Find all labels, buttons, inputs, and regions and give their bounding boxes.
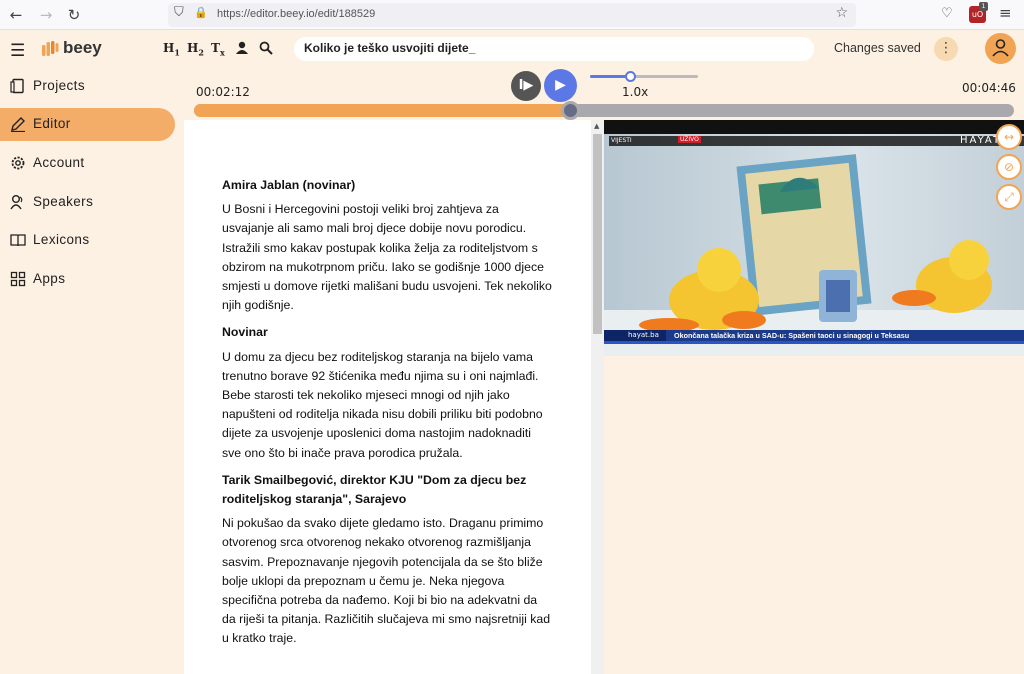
paragraph-text[interactable]: U domu za djecu bez roditeljskog staranj… bbox=[222, 348, 552, 463]
browser-toolbar: ← → ↻ ⛉ 🔒 https://editor.beey.io/edit/18… bbox=[0, 0, 1024, 30]
save-status: Changes saved bbox=[834, 41, 921, 55]
play-button[interactable]: ▶ bbox=[544, 69, 577, 102]
search-icon[interactable] bbox=[259, 41, 273, 55]
document-title-text[interactable]: Koliko je teško usvojiti dijete_ bbox=[304, 41, 475, 55]
media-player: 00:02:12 I▶ ▶ 1.0x 00:04:46 bbox=[184, 68, 1024, 120]
speed-slider[interactable] bbox=[590, 71, 698, 82]
video-panel-background bbox=[604, 356, 1024, 674]
speaker-name[interactable]: Tarik Smailbegović, direktor KJU "Dom za… bbox=[222, 471, 552, 509]
news-ticker: Okončana talačka kriza u SAD-u: Spašeni … bbox=[674, 331, 910, 340]
more-options-button[interactable]: ⋮ bbox=[934, 37, 958, 61]
speed-label: 1.0x bbox=[622, 85, 649, 99]
shield-icon[interactable]: ⛉ bbox=[174, 5, 184, 20]
back-icon[interactable]: ← bbox=[6, 5, 26, 25]
live-label: UŽIVO bbox=[678, 136, 701, 143]
app-header: ☰ beey H1 H2 Tx Koliko je teško usvojiti… bbox=[0, 30, 1024, 68]
source-label: hayat.ba bbox=[628, 331, 659, 339]
video-frame bbox=[604, 120, 1024, 356]
clear-format-button[interactable]: Tx bbox=[211, 41, 225, 57]
heading2-sub: 2 bbox=[198, 47, 204, 58]
extension-label: uO bbox=[971, 10, 984, 19]
projects-icon bbox=[10, 78, 24, 94]
speaker-name[interactable]: Novinar bbox=[222, 323, 552, 342]
progress-handle[interactable] bbox=[561, 101, 580, 120]
transcript-document[interactable]: Amira Jablan (novinar) U Bosni i Hercego… bbox=[222, 176, 552, 657]
menu-icon[interactable]: ≡ bbox=[999, 4, 1012, 22]
heading1-sub: 1 bbox=[174, 47, 180, 58]
heading1-button[interactable]: H1 bbox=[163, 41, 180, 57]
progress-fill bbox=[194, 104, 571, 117]
transcript-paragraph[interactable]: Novinar U domu za djecu bez roditeljskog… bbox=[222, 323, 552, 462]
clear-format-sub: x bbox=[219, 47, 225, 58]
video-player[interactable]: VIJESTI UŽIVO HAYAT hayat.ba Okončana ta… bbox=[604, 120, 1024, 356]
transcript-paragraph[interactable]: Amira Jablan (novinar) U Bosni i Hercego… bbox=[222, 176, 552, 315]
pocket-icon[interactable]: ♡ bbox=[941, 6, 953, 21]
swap-layout-icon[interactable]: ↔ bbox=[996, 124, 1022, 150]
url-text[interactable]: https://editor.beey.io/edit/188529 bbox=[217, 8, 375, 20]
heading1-label: H bbox=[163, 41, 175, 55]
hide-video-icon[interactable]: ⊘ bbox=[996, 154, 1022, 180]
scrollbar-thumb[interactable] bbox=[593, 134, 602, 334]
paragraph-text[interactable]: Ni pokušao da svako dijete gledamo isto.… bbox=[222, 514, 552, 648]
reload-icon[interactable]: ↻ bbox=[64, 5, 84, 25]
channel-logo: HAYAT bbox=[960, 135, 1002, 146]
sidebar-item-apps[interactable]: Apps bbox=[0, 263, 175, 296]
sidebar-item-lexicons[interactable]: Lexicons bbox=[0, 224, 175, 257]
sidebar-item-editor[interactable]: Editor bbox=[0, 108, 175, 141]
bookmark-star-icon[interactable]: ☆ bbox=[835, 5, 848, 21]
skip-back-button[interactable]: I▶ bbox=[511, 71, 541, 101]
extension-badge: 1 bbox=[979, 2, 988, 11]
pencil-icon bbox=[11, 117, 25, 132]
user-avatar-button[interactable] bbox=[985, 33, 1016, 64]
speaker-name[interactable]: Amira Jablan (novinar) bbox=[222, 176, 552, 195]
progress-bar[interactable] bbox=[194, 101, 1014, 120]
speaker-icon[interactable] bbox=[235, 41, 249, 55]
transcript-paragraph[interactable]: Tarik Smailbegović, direktor KJU "Dom za… bbox=[222, 471, 552, 649]
url-bar[interactable]: ⛉ 🔒 https://editor.beey.io/edit/188529 ☆ bbox=[168, 3, 856, 27]
sidebar-item-label: Projects bbox=[33, 78, 85, 93]
speakers-icon bbox=[10, 195, 23, 210]
heading2-label: H bbox=[187, 41, 199, 55]
sidebar-item-label: Account bbox=[33, 155, 85, 170]
sidebar-item-label: Lexicons bbox=[33, 232, 90, 247]
user-icon bbox=[992, 39, 1009, 57]
sidebar-item-projects[interactable]: Projects bbox=[0, 70, 175, 103]
book-icon bbox=[10, 234, 26, 247]
editor-scrollbar[interactable]: ▲ bbox=[591, 120, 604, 674]
sidebar: Projects Editor Account Speakers Lexicon… bbox=[0, 68, 184, 674]
hamburger-menu-icon[interactable]: ☰ bbox=[10, 41, 25, 61]
heading2-button[interactable]: H2 bbox=[187, 41, 204, 57]
gear-icon bbox=[11, 156, 25, 170]
fullscreen-icon[interactable]: ⤢ bbox=[996, 184, 1022, 210]
transcript-editor[interactable]: Amira Jablan (novinar) U Bosni i Hercego… bbox=[184, 120, 591, 674]
paragraph-text[interactable]: U Bosni i Hercegovini postoji veliki bro… bbox=[222, 200, 552, 315]
document-title-input[interactable]: Koliko je teško usvojiti dijete_ bbox=[294, 37, 814, 61]
lock-icon[interactable]: 🔒 bbox=[194, 6, 208, 19]
speed-slider-handle[interactable] bbox=[625, 71, 636, 82]
sidebar-item-speakers[interactable]: Speakers bbox=[0, 186, 175, 219]
sidebar-item-label: Apps bbox=[33, 271, 66, 286]
clear-format-label: T bbox=[211, 41, 220, 55]
current-time: 00:02:12 bbox=[196, 85, 250, 99]
sidebar-item-account[interactable]: Account bbox=[0, 147, 175, 180]
sidebar-item-label: Editor bbox=[33, 116, 71, 131]
beey-logo-icon[interactable] bbox=[41, 40, 59, 58]
apps-icon bbox=[10, 271, 26, 287]
news-label: VIJESTI bbox=[611, 137, 632, 144]
forward-icon[interactable]: → bbox=[36, 5, 56, 25]
total-time: 00:04:46 bbox=[962, 81, 1016, 95]
logo-text[interactable]: beey bbox=[63, 38, 102, 58]
sidebar-item-label: Speakers bbox=[33, 194, 94, 209]
scroll-up-icon[interactable]: ▲ bbox=[594, 122, 599, 130]
